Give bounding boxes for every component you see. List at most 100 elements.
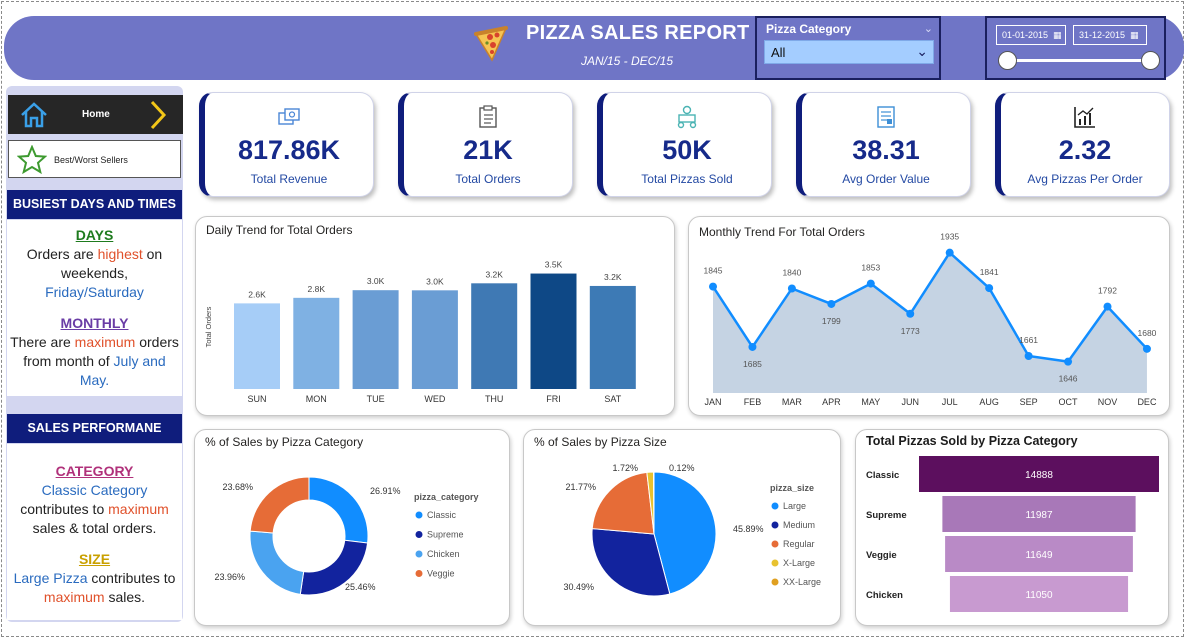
data-point: [827, 299, 836, 308]
chart-icon: [1074, 107, 1095, 128]
legend-title: pizza_size: [770, 483, 814, 493]
slice-label: 30.49%: [563, 582, 594, 592]
days-heading: DAYS: [75, 227, 114, 243]
pizza-icon: [474, 26, 508, 62]
legend-marker: [771, 540, 779, 548]
legend-label: Veggie: [427, 569, 455, 579]
slice-label: 23.96%: [214, 572, 245, 582]
category-slicer-label: Pizza Category: [766, 22, 852, 36]
category-dropdown[interactable]: All ⌄: [764, 40, 934, 64]
pizzas-sold-funnel-chart: 14888 Classic 11987 Supreme 11649 Veggie 11050…: [866, 456, 1159, 612]
legend-marker: [771, 578, 779, 586]
kpi-card-total-revenue: 817.86K Total Revenue: [199, 92, 374, 197]
legend-label: Classic: [427, 510, 457, 520]
slice-label: 25.46%: [345, 582, 376, 592]
data-point: [985, 284, 994, 293]
date-range-slicer[interactable]: 01-01-2015 ▦ 31-12-2015 ▦: [985, 16, 1166, 80]
category-label: Classic: [866, 470, 899, 481]
kpi-label: Avg Pizzas Per Order: [1027, 172, 1143, 186]
kpi-label: Avg Order Value: [842, 172, 930, 186]
data-label: 2.6K: [248, 289, 266, 299]
x-tick-label: FEB: [744, 397, 762, 407]
collapse-chevron-icon[interactable]: ⌄: [924, 22, 933, 35]
data-label: 3.0K: [426, 276, 444, 286]
kpi-value: 817.86K: [237, 135, 341, 165]
data-label: 1680: [1137, 328, 1156, 338]
date-slider-start-handle[interactable]: [998, 51, 1017, 70]
x-tick-label: OCT: [1059, 397, 1079, 407]
data-label: 1841: [980, 267, 999, 277]
chevron-right-icon[interactable]: [148, 99, 168, 131]
x-tick-label: SAT: [604, 394, 621, 404]
star-icon: [17, 145, 47, 175]
slice-label: 45.89%: [733, 524, 764, 534]
kpi-label: Total Pizzas Sold: [641, 172, 733, 186]
chevron-down-icon[interactable]: ⌄: [916, 43, 928, 60]
legend-label: X-Large: [783, 558, 815, 568]
start-date-input[interactable]: 01-01-2015 ▦: [996, 25, 1066, 45]
data-label: 2.8K: [308, 284, 326, 294]
money-icon: [278, 108, 300, 125]
x-tick-label: SEP: [1020, 397, 1038, 407]
data-label: 1661: [1019, 335, 1038, 345]
bar: [352, 290, 399, 389]
pie-slice: [308, 476, 369, 544]
legend-label: Regular: [783, 539, 815, 549]
kpi-value: 50K: [662, 135, 712, 165]
home-label: Home: [82, 109, 110, 120]
date-slider-end-handle[interactable]: [1141, 51, 1160, 70]
data-label: 1853: [861, 263, 880, 273]
legend-marker: [771, 521, 779, 529]
x-tick-label: AUG: [979, 397, 999, 407]
best-worst-sellers-label: Best/Worst Sellers: [54, 155, 128, 165]
legend-label: XX-Large: [783, 577, 821, 587]
category-slicer[interactable]: Pizza Category ⌄ All ⌄: [755, 16, 941, 80]
size-pie-chart: 45.89% 30.49% 21.77% 1.72% 0.12% pizza_size La…: [563, 463, 821, 597]
start-date-value: 01-01-2015: [1002, 30, 1049, 40]
size-text: Large Pizza contributes to maximum sales…: [13, 570, 176, 605]
sales-section-body: CATEGORY Classic Category contributes to…: [7, 444, 182, 620]
category-label: Veggie: [866, 550, 897, 561]
home-nav-button[interactable]: Home: [8, 95, 183, 134]
kpi-value: 2.32: [1058, 135, 1112, 165]
kpi-card-total-pizzas-sold: 50K Total Pizzas Sold: [597, 92, 772, 197]
busiest-section-heading: BUSIEST DAYS AND TIMES: [7, 190, 182, 219]
legend-marker: [415, 550, 423, 558]
data-point: [1142, 344, 1151, 353]
data-point: [748, 342, 757, 351]
calendar-icon[interactable]: ▦: [1130, 30, 1139, 40]
data-point: [866, 279, 875, 288]
category-dropdown-value: All: [771, 45, 786, 60]
data-label: 1685: [743, 359, 762, 369]
monthly-text: There are maximum orders from month of J…: [10, 334, 179, 388]
calendar-icon[interactable]: ▦: [1053, 30, 1062, 40]
data-point: [1064, 357, 1073, 366]
daily-trend-panel: Daily Trend for Total Orders Total Order…: [195, 216, 675, 416]
data-point: [906, 309, 915, 318]
best-worst-sellers-nav-button[interactable]: Best/Worst Sellers: [8, 140, 181, 178]
kpi-value: 38.31: [852, 135, 920, 165]
sales-section-heading: SALES PERFORMANE: [7, 414, 182, 443]
legend-label: Medium: [783, 520, 815, 530]
data-point: [1024, 351, 1033, 360]
area-fill: [713, 252, 1147, 393]
x-tick-label: SUN: [247, 394, 266, 404]
monthly-heading: MONTHLY: [60, 315, 129, 331]
clipboard-icon: [479, 105, 497, 128]
days-text: Orders are highest on weekends,: [26, 246, 163, 281]
category-donut-chart: 26.91% 25.46% 23.96% 23.68% pizza_category Cl…: [214, 476, 479, 596]
data-label: 3.0K: [367, 276, 385, 286]
x-tick-label: JUN: [902, 397, 920, 407]
pie-slice: [249, 476, 310, 534]
end-date-value: 31-12-2015: [1079, 30, 1126, 40]
bar: [471, 283, 518, 389]
kpi-label: Total Revenue: [250, 172, 328, 186]
date-slider-track[interactable]: [1007, 59, 1152, 62]
data-label: 14888: [1025, 470, 1053, 481]
end-date-input[interactable]: 31-12-2015 ▦: [1073, 25, 1147, 45]
x-tick-label: MON: [306, 394, 327, 404]
x-tick-label: THU: [485, 394, 504, 404]
bar: [234, 303, 280, 389]
data-label: 3.5K: [545, 260, 563, 270]
category-label: Chicken: [866, 590, 903, 601]
